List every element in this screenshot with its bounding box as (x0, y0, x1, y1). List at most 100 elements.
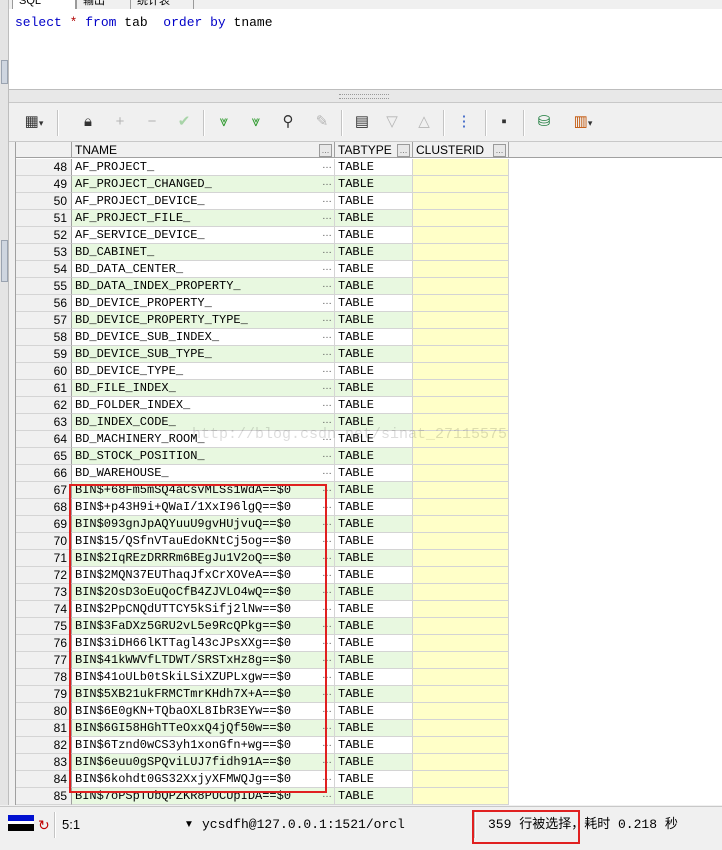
clusterid-cell[interactable] (413, 516, 509, 533)
tabtype-cell[interactable]: TABLE (335, 193, 413, 210)
result-grid[interactable]: TNAME… TABTYPE… CLUSTERID… 48 AF_PROJECT_… (15, 142, 722, 805)
connection-string[interactable]: ycsdfh@127.0.0.1:1521/orcl (202, 817, 405, 833)
row-number[interactable]: 61 (16, 380, 72, 397)
table-row[interactable]: 48 AF_PROJECT_… TABLE (16, 159, 722, 176)
row-number[interactable]: 76 (16, 635, 72, 652)
tabtype-cell[interactable]: TABLE (335, 720, 413, 737)
clear-icon[interactable]: ✎ (311, 112, 333, 132)
row-number[interactable]: 74 (16, 601, 72, 618)
clusterid-cell[interactable] (413, 720, 509, 737)
column-header-tname[interactable]: TNAME… (72, 142, 335, 158)
cell-ellipsis-icon[interactable]: … (320, 210, 334, 227)
tabtype-cell[interactable]: TABLE (335, 788, 413, 805)
column-header-tabtype[interactable]: TABTYPE… (335, 142, 413, 158)
tname-cell[interactable]: AF_PROJECT_DEVICE_ (72, 193, 335, 210)
table-row[interactable]: 54 BD_DATA_CENTER_… TABLE (16, 261, 722, 278)
clusterid-cell[interactable] (413, 278, 509, 295)
clusterid-cell[interactable] (413, 550, 509, 567)
clusterid-cell[interactable] (413, 567, 509, 584)
row-number[interactable]: 84 (16, 771, 72, 788)
column-menu-icon[interactable]: … (397, 144, 410, 157)
cell-ellipsis-icon[interactable]: … (320, 397, 334, 414)
clusterid-cell[interactable] (413, 312, 509, 329)
row-number[interactable]: 51 (16, 210, 72, 227)
tname-cell[interactable]: BD_DEVICE_SUB_INDEX_ (72, 329, 335, 346)
table-row[interactable]: 50 AF_PROJECT_DEVICE_… TABLE (16, 193, 722, 210)
table-row[interactable]: 66 BD_WAREHOUSE_… TABLE (16, 465, 722, 482)
row-number[interactable]: 52 (16, 227, 72, 244)
cell-ellipsis-icon[interactable]: … (320, 329, 334, 346)
clusterid-cell[interactable] (413, 329, 509, 346)
tname-cell[interactable]: BD_DATA_CENTER_ (72, 261, 335, 278)
tname-cell[interactable]: BD_DEVICE_TYPE_ (72, 363, 335, 380)
cell-ellipsis-icon[interactable]: … (320, 278, 334, 295)
cell-ellipsis-icon[interactable]: … (320, 363, 334, 380)
clusterid-cell[interactable] (413, 261, 509, 278)
cell-ellipsis-icon[interactable]: … (320, 261, 334, 278)
tabtype-cell[interactable]: TABLE (335, 499, 413, 516)
cell-ellipsis-icon[interactable]: … (320, 244, 334, 261)
cell-ellipsis-icon[interactable]: … (320, 312, 334, 329)
clusterid-cell[interactable] (413, 788, 509, 805)
lock-icon[interactable]: 🔒︎ (77, 112, 99, 132)
clusterid-cell[interactable] (413, 618, 509, 635)
cell-ellipsis-icon[interactable]: … (320, 380, 334, 397)
clusterid-cell[interactable] (413, 669, 509, 686)
clusterid-cell[interactable] (413, 210, 509, 227)
clusterid-cell[interactable] (413, 159, 509, 176)
row-number[interactable]: 79 (16, 686, 72, 703)
cell-ellipsis-icon[interactable]: … (320, 295, 334, 312)
row-number[interactable]: 54 (16, 261, 72, 278)
tabtype-cell[interactable]: TABLE (335, 618, 413, 635)
cell-ellipsis-icon[interactable]: … (320, 176, 334, 193)
table-row[interactable]: 51 AF_PROJECT_FILE_… TABLE (16, 210, 722, 227)
tabtype-cell[interactable]: TABLE (335, 584, 413, 601)
table-row[interactable]: 52 AF_SERVICE_DEVICE_… TABLE (16, 227, 722, 244)
row-number[interactable]: 49 (16, 176, 72, 193)
row-number[interactable]: 68 (16, 499, 72, 516)
tname-cell[interactable]: BD_WAREHOUSE_ (72, 465, 335, 482)
tabtype-cell[interactable]: TABLE (335, 550, 413, 567)
column-menu-icon[interactable]: … (493, 144, 506, 157)
tabtype-cell[interactable]: TABLE (335, 771, 413, 788)
row-number[interactable]: 81 (16, 720, 72, 737)
tabtype-cell[interactable]: TABLE (335, 703, 413, 720)
column-header-clusterid[interactable]: CLUSTERID… (413, 142, 509, 158)
row-number[interactable]: 58 (16, 329, 72, 346)
cell-ellipsis-icon[interactable]: … (320, 159, 334, 176)
clusterid-cell[interactable] (413, 499, 509, 516)
table-row[interactable]: 49 AF_PROJECT_CHANGED_… TABLE (16, 176, 722, 193)
clusterid-cell[interactable] (413, 754, 509, 771)
row-number[interactable]: 77 (16, 652, 72, 669)
clusterid-cell[interactable] (413, 227, 509, 244)
fetch-next-icon[interactable]: ⩔ (213, 112, 235, 132)
tabtype-cell[interactable]: TABLE (335, 601, 413, 618)
tabtype-cell[interactable]: TABLE (335, 227, 413, 244)
clusterid-cell[interactable] (413, 737, 509, 754)
previous-record-icon[interactable]: ▽ (381, 112, 403, 132)
refresh-icon[interactable]: ↻ (38, 817, 50, 833)
row-number[interactable]: 71 (16, 550, 72, 567)
connection-dropdown-icon[interactable]: ▼ (184, 817, 194, 833)
row-number[interactable]: 57 (16, 312, 72, 329)
cell-ellipsis-icon[interactable]: … (320, 227, 334, 244)
clusterid-cell[interactable] (413, 635, 509, 652)
clusterid-cell[interactable] (413, 771, 509, 788)
row-number[interactable]: 75 (16, 618, 72, 635)
tabtype-cell[interactable]: TABLE (335, 448, 413, 465)
tabtype-cell[interactable]: TABLE (335, 754, 413, 771)
row-number[interactable]: 70 (16, 533, 72, 550)
row-number[interactable]: 78 (16, 669, 72, 686)
tabtype-cell[interactable]: TABLE (335, 737, 413, 754)
row-number[interactable]: 63 (16, 414, 72, 431)
row-number[interactable]: 72 (16, 567, 72, 584)
tabtype-cell[interactable]: TABLE (335, 482, 413, 499)
tabtype-cell[interactable]: TABLE (335, 380, 413, 397)
tree-view-icon[interactable]: ⋮ (453, 112, 475, 132)
row-number[interactable]: 56 (16, 295, 72, 312)
table-row[interactable]: 60 BD_DEVICE_TYPE_… TABLE (16, 363, 722, 380)
chart-icon[interactable]: ▥▾ (565, 112, 601, 132)
clusterid-cell[interactable] (413, 703, 509, 720)
tname-cell[interactable]: AF_PROJECT_CHANGED_ (72, 176, 335, 193)
tabtype-cell[interactable]: TABLE (335, 244, 413, 261)
